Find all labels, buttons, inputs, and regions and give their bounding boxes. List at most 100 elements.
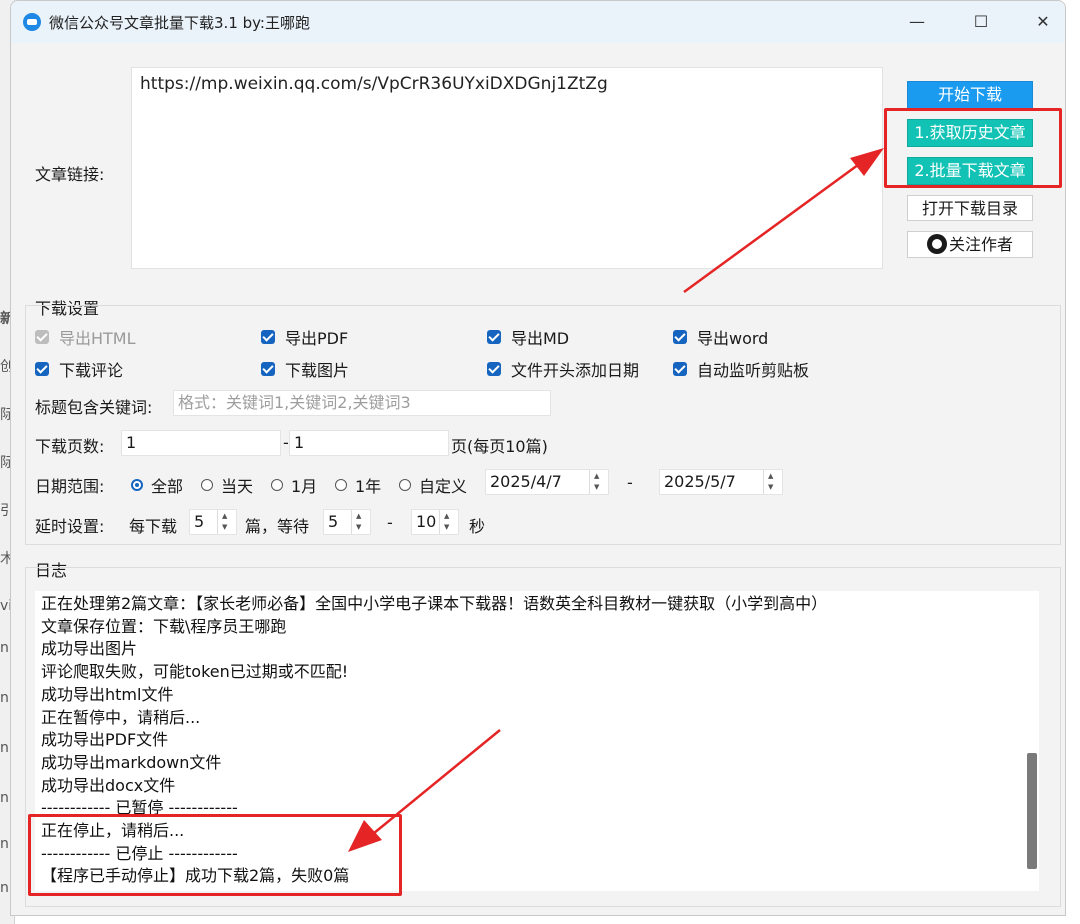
follow-author-label: 关注作者 [948,235,1013,254]
start-download-button[interactable]: 开始下载 [907,81,1033,111]
log-line: 评论爬取失败，可能token已过期或不匹配! [41,662,349,682]
checkbox-box [35,330,49,344]
log-line: 正在处理第2篇文章：【家长老师必备】全国中小学电子课本下载器！语数英全科目教材一… [41,594,828,613]
keyword-input[interactable]: 格式：关键词1,关键词2,关键词3 [173,390,551,416]
log-line: 成功导出图片 [41,639,138,659]
checkbox-export-html[interactable]: 导出HTML [35,325,136,349]
checkbox-monitor-clipboard[interactable]: 自动监听剪贴板 [673,357,809,381]
checkbox-add-date[interactable]: 文件开头添加日期 [487,357,639,381]
pages-label: 下载页数: [35,437,105,456]
log-line: 正在暂停中，请稍后... [41,707,201,727]
checkbox-export-word[interactable]: 导出word [673,325,768,349]
url-label: 文章链接: [35,165,105,184]
date-from-picker[interactable]: 2025/4/7 [485,469,609,495]
bg-fragment: n [0,740,9,756]
page-from-input[interactable]: 1 [121,430,281,456]
checkbox-box [261,362,275,376]
checkbox-label: 下载评论 [59,361,124,380]
radio-label: 1月 [291,477,318,496]
pages-suffix: 页(每页10篇) [451,437,548,456]
checkbox-label: 导出MD [511,329,570,348]
date-separator: - [627,473,633,492]
log-scrollbar[interactable] [1027,753,1037,869]
log-line: 成功导出PDF文件 [41,730,169,750]
keyword-label: 标题包含关键词: [35,398,153,417]
radio-month[interactable]: 1月 [271,473,317,497]
bg-fragment: n [0,640,9,656]
radio-label: 1年 [355,477,382,496]
date-from-value: 2025/4/7 [490,472,562,491]
app-icon [23,13,41,31]
annotation-box-buttons [884,108,1062,188]
delay-min-spinbox[interactable]: 5 [323,509,371,535]
radio-label: 全部 [151,477,184,496]
checkbox-box [35,362,49,376]
date-to-picker[interactable]: 2025/5/7 [659,469,783,495]
keyword-placeholder: 格式：关键词1,关键词2,关键词3 [178,393,411,412]
radio-dot [271,479,283,491]
checkbox-box [261,330,275,344]
radio-label: 自定义 [419,477,468,496]
checkbox-label: 自动监听剪贴板 [697,361,810,380]
minimize-button[interactable]: — [897,9,937,35]
checkbox-box [673,330,687,344]
radio-today[interactable]: 当天 [201,473,253,497]
radio-dot [131,479,143,491]
radio-all[interactable]: 全部 [131,473,183,497]
spin-arrows-icon[interactable] [351,510,370,534]
spin-arrows-icon[interactable] [439,510,458,534]
checkbox-label: 导出PDF [285,329,349,348]
checkbox-box [487,362,501,376]
date-range-label: 日期范围: [35,477,105,496]
bg-fragment: n [0,880,9,896]
checkbox-box [487,330,501,344]
log-line: 成功导出html文件 [41,684,174,704]
delay-max-spinbox[interactable]: 10 [411,509,459,535]
log-line: 成功导出docx文件 [41,775,176,795]
spin-arrows-icon[interactable] [763,470,782,494]
log-line: 文章保存位置：下载\程序员王哪跑 [41,616,287,636]
spin-arrows-icon[interactable] [589,470,608,494]
checkbox-label: 导出word [697,329,769,348]
checkbox-download-images[interactable]: 下载图片 [261,357,349,381]
checkbox-label: 导出HTML [59,329,136,348]
date-to-value: 2025/5/7 [664,472,736,491]
delay-unit-label: 篇，等待 [245,517,310,536]
follow-author-button[interactable]: 关注作者 [907,231,1033,258]
checkbox-label: 文件开头添加日期 [511,361,640,380]
checkbox-export-pdf[interactable]: 导出PDF [261,325,348,349]
close-button[interactable]: ✕ [1023,9,1063,35]
delay-max-value: 10 [416,512,437,531]
radio-dot [335,479,347,491]
radio-year[interactable]: 1年 [335,473,381,497]
delay-seconds-label: 秒 [469,517,486,536]
window-title: 微信公众号文章批量下载3.1 by:王哪跑 [49,14,310,32]
delay-count-spinbox[interactable]: 5 [189,509,237,535]
delay-label: 延时设置: [35,517,105,536]
log-line: 成功导出markdown文件 [41,752,222,772]
title-bar[interactable]: 微信公众号文章批量下载3.1 by:王哪跑 — ☐ ✕ [11,1,1065,43]
radio-label: 当天 [221,477,254,496]
delay-min-value: 5 [328,512,339,531]
page-to-input[interactable]: 1 [289,430,449,456]
delay-every-label: 每下载 [129,517,178,536]
checkbox-box [673,362,687,376]
checkbox-download-comments[interactable]: 下载评论 [35,357,123,381]
radio-dot [399,479,411,491]
annotation-box-log [28,814,402,896]
github-icon [926,234,947,254]
bg-fragment: n [0,690,9,706]
delay-separator: - [387,513,393,532]
url-input[interactable]: https://mp.weixin.qq.com/s/VpCrR36UYxiDX… [131,67,883,269]
spin-arrows-icon[interactable] [217,510,236,534]
delay-count-value: 5 [194,512,205,531]
open-dir-button[interactable]: 打开下载目录 [907,195,1033,221]
radio-dot [201,479,213,491]
bg-fragment: n [0,790,9,806]
checkbox-label: 下载图片 [285,361,350,380]
radio-custom[interactable]: 自定义 [399,473,467,497]
bg-fragment: n [0,836,9,852]
checkbox-export-md[interactable]: 导出MD [487,325,569,349]
maximize-button[interactable]: ☐ [961,9,1001,35]
page-separator: - [283,433,289,452]
